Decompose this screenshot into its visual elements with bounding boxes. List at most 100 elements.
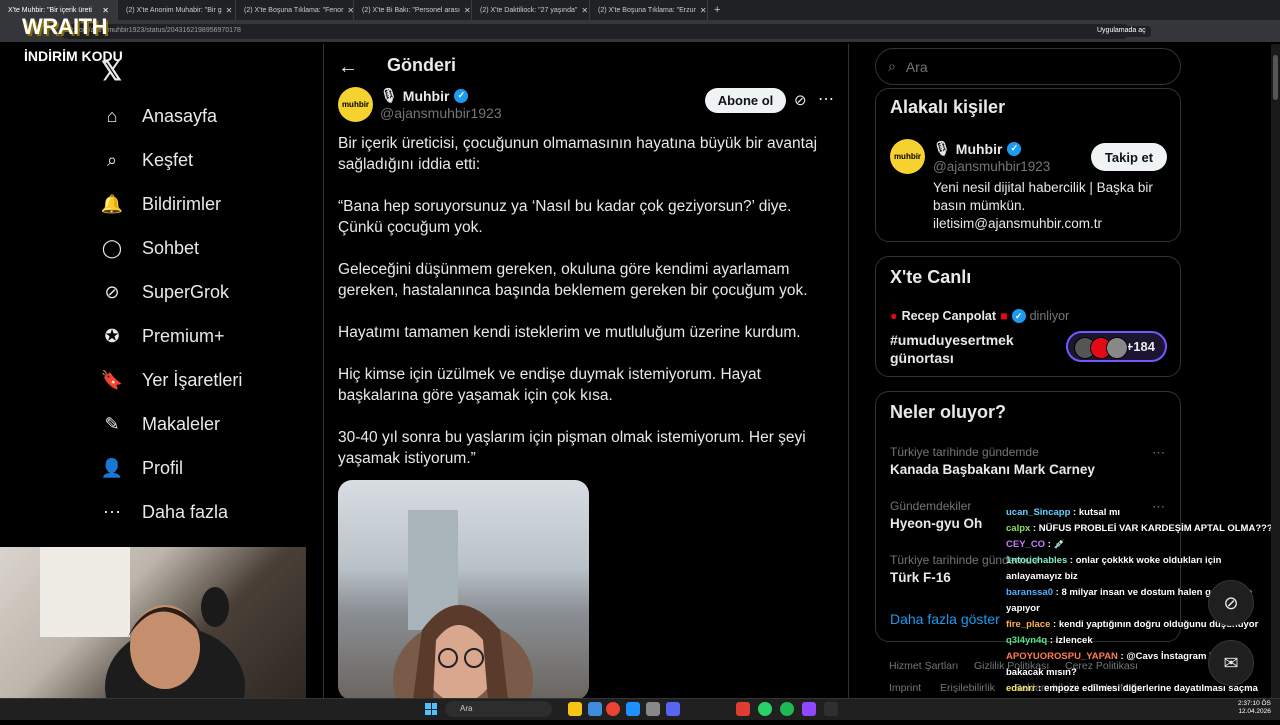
browser-tab[interactable]: (2) X'te Daktiliock: "27 yaşında" ✕ [472, 0, 590, 20]
related-handle[interactable]: @ajansmuhbir1923 [933, 159, 1050, 174]
browser-tab[interactable]: (2) X'te Anonim Muhabir: "Bir g ✕ [118, 0, 236, 20]
whatsapp-icon[interactable] [758, 702, 772, 716]
live-listeners-pill[interactable]: +184 [1066, 331, 1167, 362]
chat-bubble-icon: ◯ [101, 237, 123, 258]
chat-message: ucan_Sincapp : kutsal mı [1006, 507, 1121, 518]
verified-badge-icon: ✓ [1011, 309, 1026, 323]
card-title: Neler oluyor? [890, 402, 1007, 422]
chat-user: APOYUOROSPU_YAPAN [1006, 651, 1118, 662]
chat-message: CEY_CO : 💉 [1006, 539, 1066, 550]
flag-icon: ■ [1000, 309, 1008, 323]
article-icon: ✎ [104, 413, 120, 434]
discord-icon[interactable] [666, 702, 680, 716]
trend-category: Gündemdekiler [890, 499, 972, 513]
subscribe-button[interactable]: Abone ol [705, 88, 786, 113]
nav-notifications[interactable]: 🔔 Bildirimler [100, 188, 221, 220]
system-clock[interactable]: 2:37:10 ÖS 12.04.2026 [1238, 700, 1271, 716]
twitch-icon[interactable] [802, 702, 816, 716]
close-tab-icon[interactable]: ✕ [581, 6, 588, 15]
author-handle[interactable]: @ajansmuhbir1923 [380, 105, 502, 121]
trend-item[interactable]: Türk F-16 [890, 570, 951, 585]
open-in-app-button[interactable]: Uygulamada aç [1092, 26, 1151, 37]
nav-explore[interactable]: ⌕ Keşfet [100, 144, 193, 176]
app-icon[interactable] [736, 702, 750, 716]
nav-chat[interactable]: ◯ Sohbet [100, 232, 199, 264]
post-paragraph: Hayatımı tamamen kendi isteklerim ve mut… [338, 324, 801, 341]
file-explorer-icon[interactable] [568, 702, 582, 716]
grok-fab-button[interactable]: ⊘ [1208, 580, 1254, 626]
microphone-icon: 🎙 [933, 140, 951, 156]
scrollbar-thumb[interactable] [1273, 55, 1278, 100]
related-name[interactable]: 🎙 Muhbir ✓ [933, 140, 1022, 157]
premium-badge-icon: ✪ [104, 325, 120, 346]
card-title: Alakalı kişiler [890, 97, 1006, 117]
footer-link[interactable]: Hizmet Şartları [889, 660, 958, 672]
post-body: Bir içerik üreticisi, çocuğunun olmaması… [338, 133, 836, 490]
obs-icon[interactable] [824, 702, 838, 716]
close-tab-icon[interactable]: ✕ [700, 6, 707, 15]
url-field[interactable]: x.com/ajansmuhbir1923/status/20431621989… [60, 24, 1130, 39]
windows-taskbar [0, 698, 1280, 720]
back-arrow-icon[interactable]: ← [338, 56, 358, 79]
person-icon: 👤 [100, 457, 124, 478]
nav-profile[interactable]: 👤 Profil [100, 452, 183, 484]
nav-bookmarks[interactable]: 🔖 Yer İşaretleri [100, 364, 243, 396]
post-paragraph: Hiç kimse için üzülmek ve endişe duymak … [338, 366, 761, 404]
grok-icon: ⊘ [1223, 592, 1239, 613]
post-paragraph: Bir içerik üreticisi, çocuğunun olmaması… [338, 135, 818, 173]
search-input[interactable]: ⌕ Ara [875, 48, 1181, 85]
trend-item[interactable]: Hyeon-gyu Oh [890, 516, 982, 531]
store-icon[interactable] [588, 702, 602, 716]
app-icon[interactable] [646, 702, 660, 716]
grok-icon: ⊘ [104, 281, 120, 302]
browser-tab[interactable]: (2) X'te Boşuna Tıklama: "Erzur ✕ [590, 0, 708, 20]
chat-user: calpx [1006, 523, 1031, 534]
chat-message: 1ntouchables : onlar çokkkk woke oldukla… [1006, 555, 1222, 582]
footer-link[interactable]: Imprint [889, 682, 921, 694]
chrome-icon[interactable] [606, 702, 620, 716]
nav-premium[interactable]: ✪ Premium+ [100, 320, 224, 352]
live-spaces-card[interactable]: X'te Canlı ● Recep Canpolat ■ ✓ dinliyor #um… [875, 256, 1181, 377]
microphone-icon: 🎙 [380, 87, 398, 103]
nav-home[interactable]: ⌂ Anasayfa [100, 100, 218, 132]
chat-message: calpx : NÜFUS PROBLEİ VAR KARDEŞİM APTAL… [1006, 523, 1279, 534]
spotify-icon[interactable] [780, 702, 794, 716]
scrollbar[interactable] [1271, 44, 1280, 698]
avatar[interactable]: muhbir [890, 139, 925, 174]
chat-user: fire_place [1006, 619, 1051, 630]
more-circle-icon: ⋯ [103, 501, 121, 522]
trend-more-icon[interactable]: ⋯ [1152, 445, 1165, 461]
taskbar-search[interactable]: Ara [445, 701, 552, 717]
verified-badge-icon: ✓ [454, 88, 469, 103]
trend-item[interactable]: Kanada Başbakanı Mark Carney [890, 462, 1095, 477]
bell-icon: 🔔 [100, 193, 124, 214]
footer-link[interactable]: Erişilebilirlik [940, 682, 995, 694]
nav-more[interactable]: ⋯ Daha fazla [100, 496, 228, 528]
nav-supergrok[interactable]: ⊘ SuperGrok [100, 276, 229, 308]
windows-start-icon[interactable] [425, 703, 437, 715]
close-tab-icon[interactable]: ✕ [464, 6, 471, 15]
messages-fab-button[interactable]: ✉ [1208, 640, 1254, 686]
post-video[interactable] [338, 480, 589, 700]
edge-icon[interactable] [626, 702, 640, 716]
post-paragraph: “Bana hep soruyorsunuz ya ‘Nasıl bu kada… [338, 198, 792, 236]
nav-articles[interactable]: ✎ Makaleler [100, 408, 220, 440]
close-tab-icon[interactable]: ✕ [347, 6, 353, 15]
browser-tab[interactable]: (2) X'te Boşuna Tıklama: "Fenor ✕ [236, 0, 354, 20]
bookmark-icon: 🔖 [100, 369, 124, 390]
browser-tab-strip: X'te Muhbir: "Bir içerik üreti ✕ (2) X'te… [0, 0, 1280, 20]
browser-tab[interactable]: (2) X'te Bi Bakı: "Personel arası ✕ [354, 0, 472, 20]
avatar[interactable]: muhbir [338, 87, 373, 122]
chat-user: edanrr [1006, 683, 1036, 694]
show-more-link[interactable]: Daha fazla göster [890, 611, 1000, 627]
message-icon: ✉ [1223, 652, 1239, 673]
author-name[interactable]: 🎙 Muhbir ✓ [380, 87, 469, 104]
follow-button[interactable]: Takip et [1091, 143, 1167, 171]
webcam-image [40, 547, 245, 725]
grok-icon[interactable]: ⊘ [794, 91, 807, 109]
close-tab-icon[interactable]: ✕ [226, 6, 233, 15]
x-logo-icon[interactable]: 𝕏 [101, 56, 122, 87]
new-tab-button[interactable]: + [708, 4, 726, 16]
more-options-icon[interactable]: ⋯ [818, 89, 834, 109]
chat-user: ucan_Sincapp [1006, 507, 1071, 518]
